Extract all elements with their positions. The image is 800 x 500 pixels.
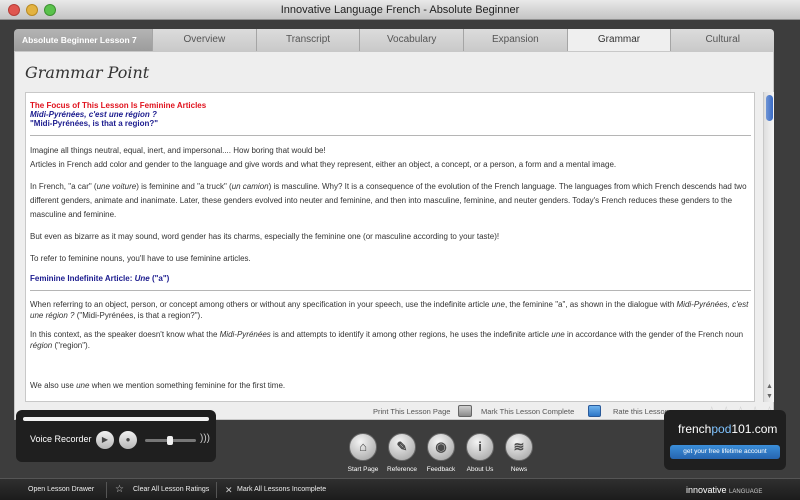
document-scrollbar[interactable]: ▲ ▼ — [763, 92, 774, 402]
complete-checkbox[interactable] — [588, 405, 601, 417]
rss-icon: ≋ — [505, 433, 533, 461]
voice-recorder-label: Voice Recorder — [30, 434, 92, 444]
scrollbar-thumb[interactable] — [766, 95, 773, 121]
minimize-window-button[interactable] — [26, 4, 38, 16]
subheading-indefinite: Feminine Indefinite Article: Une ("a") — [30, 274, 170, 283]
scroll-up-arrow-icon[interactable]: ▲ — [766, 383, 773, 390]
pencil-icon: ✎ — [388, 433, 416, 461]
example-french: Midi-Pyrénées, c'est une région ? — [30, 110, 157, 119]
reference-button[interactable]: ✎ Reference — [383, 433, 421, 473]
news-button[interactable]: ≋ News — [500, 433, 538, 473]
divider — [30, 135, 751, 136]
printer-icon[interactable] — [458, 405, 472, 417]
speaker-icon: ))) — [200, 433, 210, 444]
voice-recorder: Voice Recorder ▶ ● ))) — [16, 410, 216, 462]
window-titlebar: Innovative Language French - Absolute Be… — [0, 0, 800, 20]
frenchpod-logo-box: frenchpod101.com get your free lifetime … — [664, 410, 786, 470]
tab-grammar[interactable]: Grammar — [566, 29, 671, 51]
intro-line-2: Articles in French add color and gender … — [30, 160, 617, 169]
example-english: "Midi-Pyrénées, is that a region?" — [30, 119, 159, 128]
maximize-window-button[interactable] — [44, 4, 56, 16]
clear-ratings-button[interactable]: Clear All Lesson Ratings — [133, 479, 209, 500]
about-us-button[interactable]: i About Us — [461, 433, 499, 473]
record-stop-button[interactable]: ● — [119, 431, 137, 449]
tab-overview[interactable]: Overview — [152, 29, 256, 51]
scroll-down-arrow-icon[interactable]: ▼ — [766, 393, 773, 400]
innovative-language-logo: innovative LANGUAGE — [686, 485, 763, 495]
home-icon: ⌂ — [349, 433, 377, 461]
mark-all-incomplete-button[interactable]: Mark All Lessons Incomplete — [237, 479, 326, 500]
lesson-name-tab[interactable]: Absolute Beginner Lesson 7 — [14, 29, 152, 51]
recording-progress-bar — [23, 417, 209, 421]
frenchpod-logo[interactable]: frenchpod101.com — [678, 422, 777, 436]
intro-line-1: Imagine all things neutral, equal, inert… — [30, 146, 326, 155]
tab-vocabulary[interactable]: Vocabulary — [359, 29, 464, 51]
volume-slider[interactable] — [145, 436, 196, 445]
paragraph-context: In this context, as the speaker doesn't … — [30, 330, 744, 350]
paragraph-intro: Imagine all things neutral, equal, inert… — [30, 144, 751, 172]
tab-expansion[interactable]: Expansion — [463, 29, 567, 51]
rate-label: Rate this Lesson: — [613, 407, 671, 416]
paragraph-indefinite: When referring to an object, person, or … — [30, 300, 749, 320]
focus-heading: The Focus of This Lesson Is Feminine Art… — [30, 101, 207, 110]
tab-transcript[interactable]: Transcript — [255, 29, 360, 51]
x-mark-icon: ✕ — [225, 485, 233, 495]
nav-button-group: ⌂ Start Page ✎ Reference ◉ Feedback i Ab… — [344, 433, 536, 473]
lifetime-account-button[interactable]: get your free lifetime account — [670, 445, 780, 459]
paragraph-first-time: We also use une when we mention somethin… — [30, 381, 286, 390]
paragraph-charms: But even as bizarre as it may sound, wor… — [30, 232, 500, 241]
divider — [30, 290, 751, 291]
volume-slider-knob[interactable] — [167, 436, 173, 445]
window-title: Innovative Language French - Absolute Be… — [280, 4, 520, 16]
print-lesson-link[interactable]: Print This Lesson Page — [373, 407, 450, 416]
start-page-button[interactable]: ⌂ Start Page — [344, 433, 382, 473]
close-window-button[interactable] — [8, 4, 20, 16]
grammar-panel: Grammar Point The Focus of This Lesson I… — [14, 51, 776, 421]
speech-bubble-icon: ◉ — [427, 433, 455, 461]
lesson-document: The Focus of This Lesson Is Feminine Art… — [25, 92, 755, 402]
info-icon: i — [466, 433, 494, 461]
panel-title: Grammar Point — [25, 63, 150, 82]
star-icon: ☆ — [115, 484, 124, 495]
tab-cultural[interactable]: Cultural — [670, 29, 775, 51]
paragraph-refer: To refer to feminine nouns, you'll have … — [30, 254, 251, 263]
play-button[interactable]: ▶ — [96, 431, 114, 449]
feedback-button[interactable]: ◉ Feedback — [422, 433, 460, 473]
mark-complete-link[interactable]: Mark This Lesson Complete — [481, 407, 574, 416]
paragraph-gender: In French, "a car" (une voiture) is femi… — [30, 182, 747, 219]
bottom-toolbar: Open Lesson Drawer ☆ Clear All Lesson Ra… — [0, 478, 800, 500]
open-lesson-drawer-button[interactable]: Open Lesson Drawer — [28, 479, 94, 500]
lesson-tabs: Absolute Beginner Lesson 7 Overview Tran… — [14, 29, 775, 51]
